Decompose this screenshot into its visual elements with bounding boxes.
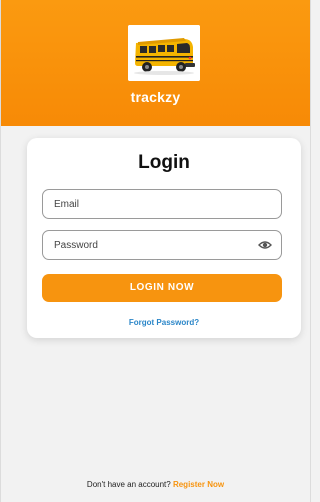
forgot-password-link[interactable]: Forgot Password?	[27, 318, 301, 327]
login-button[interactable]: LOGIN NOW	[42, 274, 282, 302]
email-input[interactable]	[54, 190, 254, 218]
app-logo	[128, 25, 200, 81]
app-header: trackzy	[1, 0, 310, 126]
login-card: Login LOGIN NOW Forgot Password?	[27, 138, 301, 338]
register-link[interactable]: Register Now	[173, 480, 224, 489]
school-bus-icon	[128, 25, 200, 81]
email-field[interactable]	[42, 189, 282, 219]
app-name: trackzy	[130, 89, 181, 105]
password-input[interactable]	[54, 231, 254, 259]
eye-icon[interactable]	[258, 239, 272, 251]
register-prompt: Don't have an account?	[86, 480, 173, 489]
register-footer: Don't have an account? Register Now	[1, 480, 310, 489]
password-field[interactable]	[42, 230, 282, 260]
login-screen: trackzy Login LOGIN NOW Forgot Password?…	[0, 0, 311, 502]
login-title: Login	[138, 152, 190, 173]
